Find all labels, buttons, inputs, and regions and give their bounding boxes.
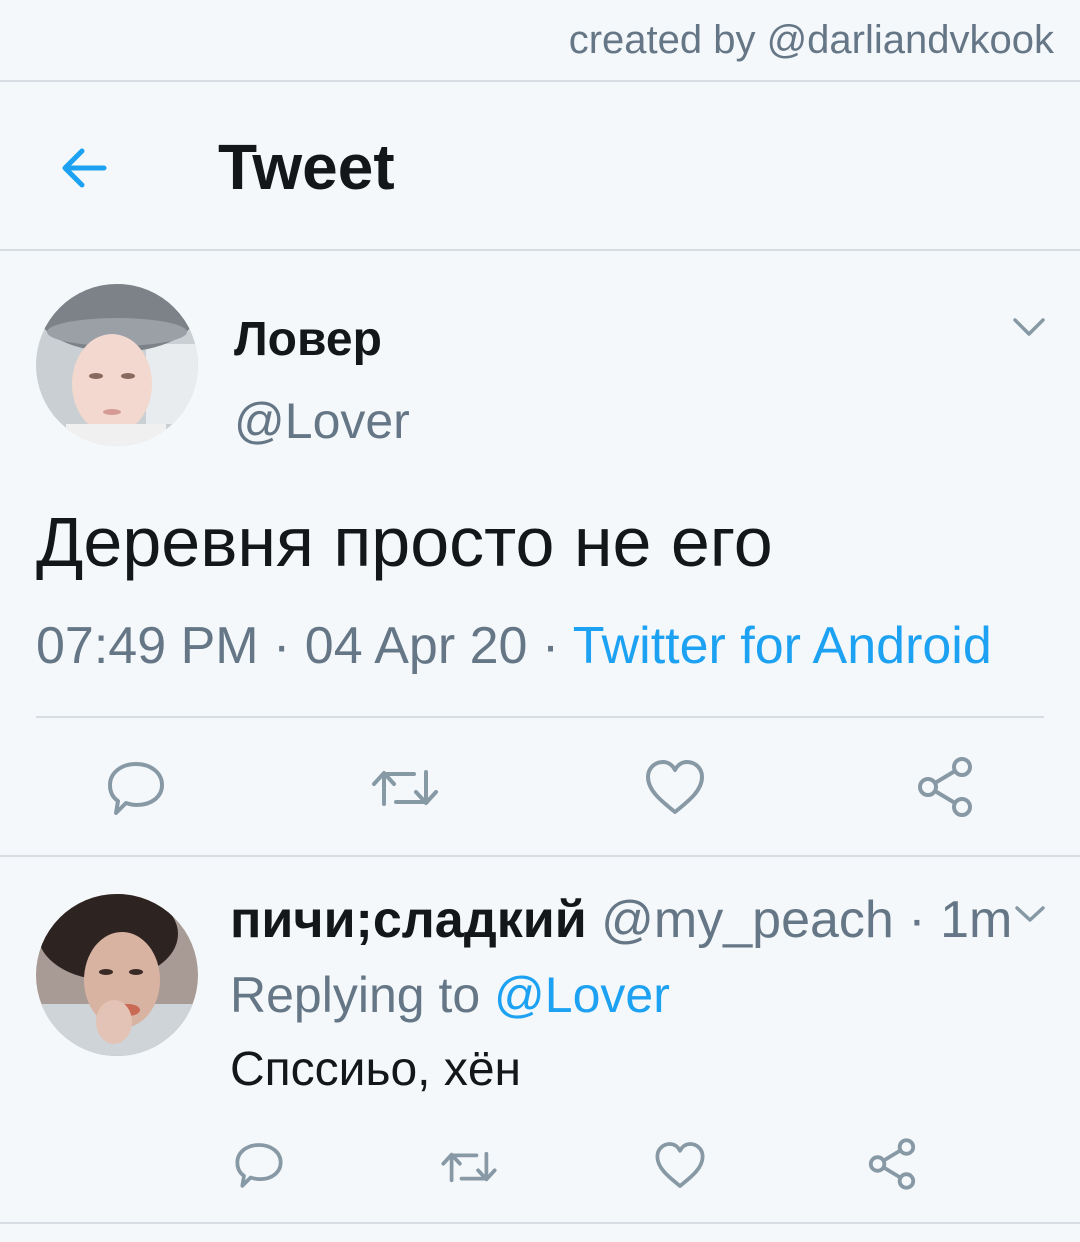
retweet-icon (372, 770, 438, 806)
divider (0, 1222, 1080, 1224)
back-button[interactable] (56, 140, 112, 196)
replying-label: Replying to (230, 967, 495, 1023)
reply-header: пичи;сладкий @my_peach · 1m (230, 890, 1012, 950)
reply-text: Спссиьо, хён (230, 1043, 522, 1096)
share-icon (918, 757, 972, 817)
author-name[interactable]: Ловер (234, 312, 382, 367)
reply-time: 1m (940, 891, 1013, 949)
divider (0, 249, 1080, 251)
retweet-button[interactable] (370, 758, 440, 823)
watermark-credit: created by @darliandvkook (568, 18, 1054, 62)
retweet-button[interactable] (440, 1142, 498, 1197)
chevron-down-icon (1013, 318, 1045, 336)
reply-icon (108, 762, 164, 815)
reply-icon (235, 1143, 283, 1188)
like-button[interactable] (654, 1140, 706, 1195)
avatar[interactable] (36, 284, 198, 446)
reply-button[interactable] (234, 1140, 284, 1195)
share-icon (868, 1138, 916, 1190)
tweet-time: 07:49 PM (36, 617, 259, 675)
separator: · (893, 891, 941, 949)
arrow-left-icon (62, 148, 107, 188)
tweet-source-link[interactable]: Twitter for Android (573, 617, 992, 675)
reply-button[interactable] (106, 758, 166, 823)
divider (36, 716, 1044, 718)
chevron-down-icon (1015, 906, 1045, 922)
author-handle[interactable]: @Lover (234, 392, 410, 450)
separator: · (527, 617, 573, 675)
divider (0, 80, 1080, 82)
tweet-date: 04 Apr 20 (304, 617, 528, 675)
divider (0, 855, 1080, 857)
separator: · (258, 617, 305, 675)
reply-author-name[interactable]: пичи;сладкий (230, 891, 587, 949)
replying-to: Replying to @Lover (230, 966, 670, 1024)
tweet-menu-button[interactable] (1012, 316, 1046, 343)
retweet-icon (441, 1151, 497, 1183)
page-title: Tweet (218, 131, 395, 203)
reply-author-handle[interactable]: @my_peach (601, 891, 894, 949)
like-icon (646, 760, 704, 814)
share-button[interactable] (912, 754, 978, 825)
reply-menu-button[interactable] (1014, 904, 1046, 929)
like-button[interactable] (644, 758, 706, 821)
tweet-text: Деревня просто не его (36, 503, 773, 581)
tweet-meta: 07:49 PM · 04 Apr 20 · Twitter for Andro… (36, 616, 992, 676)
share-button[interactable] (864, 1136, 920, 1197)
replying-mention-link[interactable]: @Lover (494, 967, 670, 1023)
like-icon (655, 1142, 705, 1188)
avatar[interactable] (36, 894, 198, 1056)
